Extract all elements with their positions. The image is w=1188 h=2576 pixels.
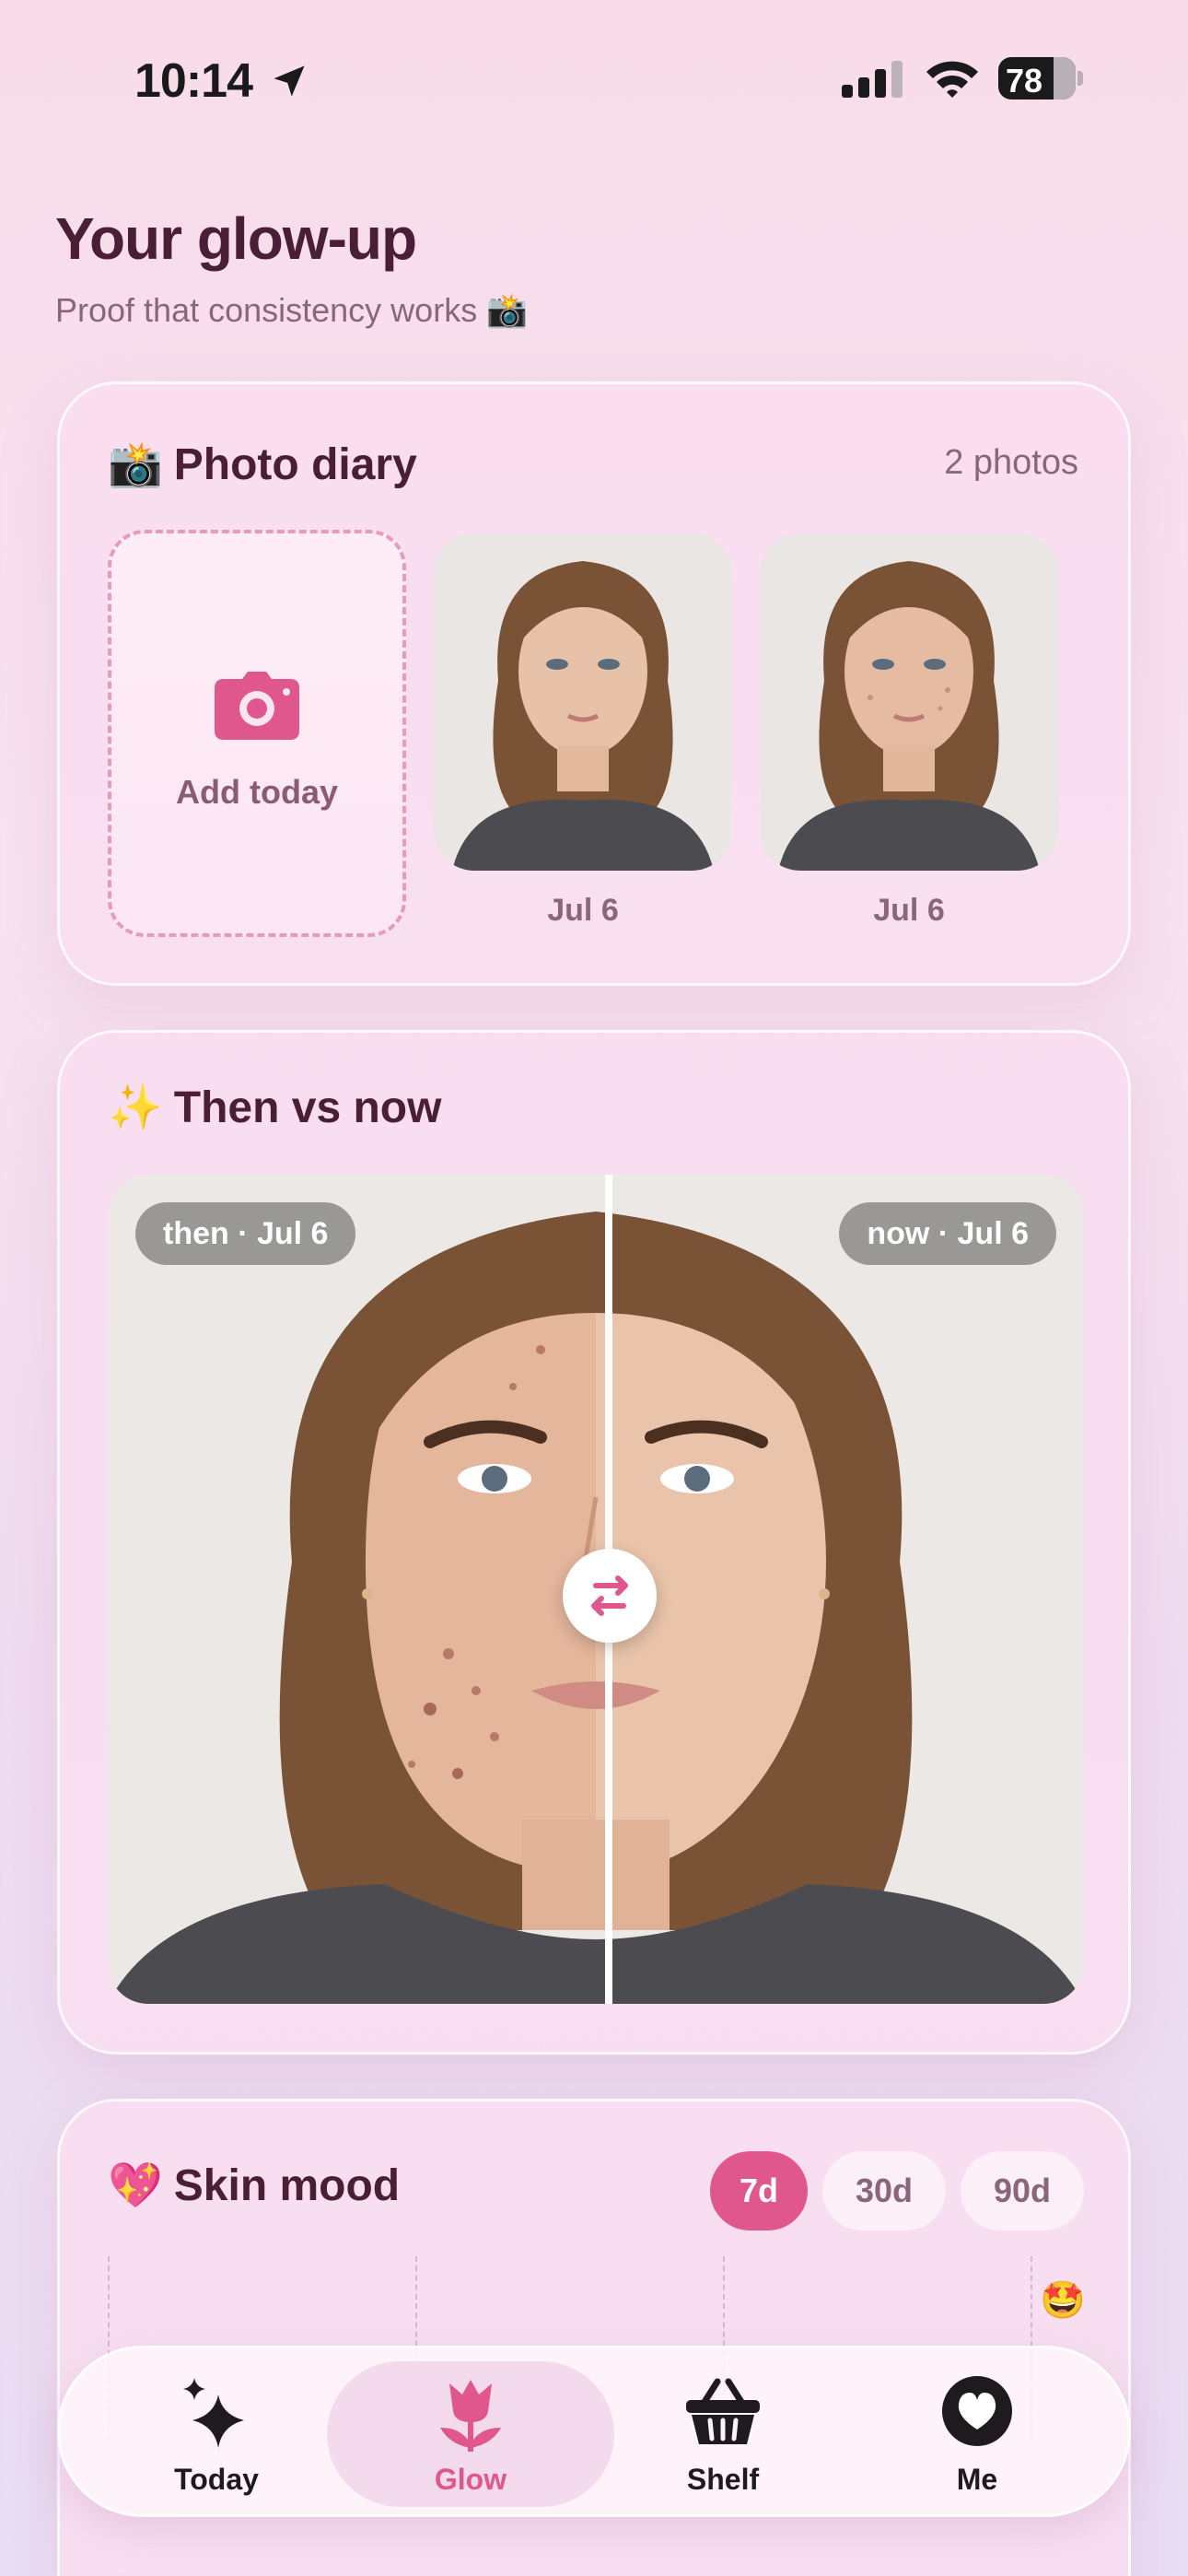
add-today-button[interactable]: Add today	[108, 530, 406, 937]
photo-thumbnail[interactable]	[760, 533, 1058, 871]
photo-diary-title: 📸 Photo diary	[108, 438, 417, 490]
tab-me-label: Me	[956, 2463, 998, 2496]
then-label: then · Jul 6	[135, 1202, 356, 1265]
face-photo-image	[760, 533, 1058, 871]
sparkles-emoji-icon: ✨	[108, 1082, 163, 1133]
photo-date: Jul 6	[873, 893, 945, 928]
page-subtitle: Proof that consistency works 📸	[55, 291, 529, 329]
photo-diary-title-text: Photo diary	[173, 440, 417, 489]
range-90d-button[interactable]: 90d	[961, 2151, 1084, 2231]
sparkling-heart-icon: 💖	[108, 2160, 163, 2211]
photo-diary-card: 📸 Photo diary 2 photos Add today Jul 6 J…	[57, 381, 1131, 986]
mood-point-emoji: 🤩	[1040, 2279, 1086, 2322]
battery-indicator: 78	[998, 57, 1083, 100]
tab-today[interactable]: Today	[97, 2348, 336, 2520]
page-title: Your glow-up	[55, 205, 417, 272]
basket-icon	[686, 2378, 760, 2444]
photo-date: Jul 6	[547, 893, 619, 928]
tab-shelf[interactable]: Shelf	[603, 2348, 843, 2520]
tulip-icon	[440, 2380, 501, 2452]
then-vs-now-title-text: Then vs now	[173, 1083, 442, 1132]
camera-flash-icon: 📸	[108, 439, 163, 490]
face-photo-image	[434, 533, 732, 871]
location-arrow-icon	[274, 65, 305, 97]
wifi-icon	[926, 61, 978, 98]
tab-glow[interactable]: Glow	[351, 2348, 590, 2520]
photo-thumbnail[interactable]	[434, 533, 732, 871]
tab-shelf-label: Shelf	[686, 2463, 760, 2496]
skin-mood-title-text: Skin mood	[173, 2161, 401, 2210]
heart-icon	[942, 2376, 1012, 2446]
photo-count: 2 photos	[944, 443, 1078, 482]
sparkles-icon	[183, 2378, 244, 2448]
tab-me[interactable]: Me	[857, 2348, 1097, 2520]
camera-icon	[215, 672, 299, 740]
add-today-label: Add today	[176, 773, 338, 811]
then-vs-now-card: ✨ Then vs now then · Jul 6 now · Jul 6	[57, 1030, 1131, 2055]
now-label: now · Jul 6	[839, 1202, 1056, 1265]
tab-today-label: Today	[174, 2463, 259, 2496]
battery-level: 78	[1006, 62, 1043, 100]
then-vs-now-title: ✨ Then vs now	[108, 1081, 441, 1133]
range-30d-button[interactable]: 30d	[822, 2151, 946, 2231]
swap-compare-button[interactable]	[563, 1549, 657, 1643]
swap-arrows-icon	[591, 1575, 628, 1616]
skin-mood-title: 💖 Skin mood	[108, 2159, 400, 2211]
cellular-signal-icon	[842, 61, 903, 98]
tab-glow-label: Glow	[434, 2463, 507, 2496]
status-time: 10:14	[134, 54, 253, 108]
status-bar: 10:14 78	[0, 0, 1188, 157]
range-7d-button[interactable]: 7d	[710, 2151, 808, 2231]
bottom-tab-bar: Today Glow Shelf Me	[57, 2346, 1131, 2517]
comparison-slider[interactable]: then · Jul 6 now · Jul 6	[108, 1175, 1084, 2004]
